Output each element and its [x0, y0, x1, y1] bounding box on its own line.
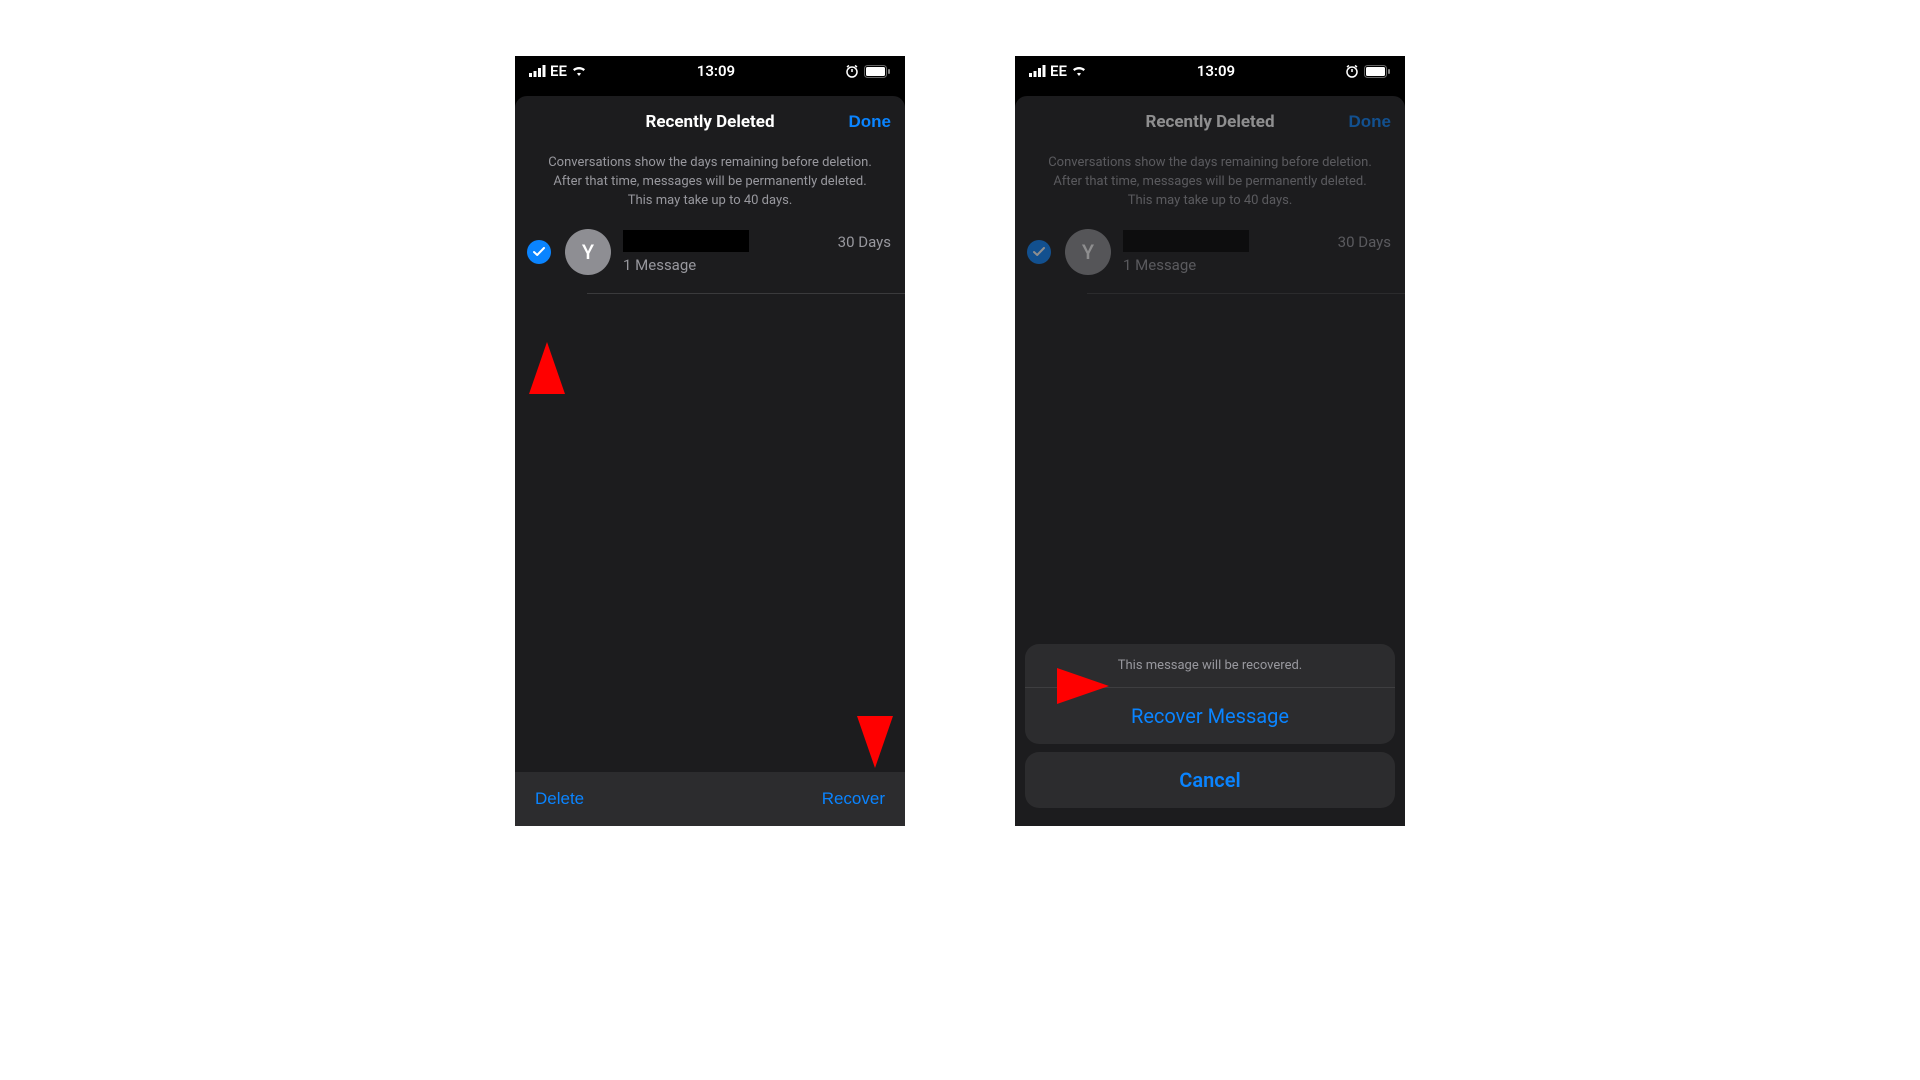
annotation-arrow-recover — [857, 716, 893, 768]
action-sheet: This message will be recovered. Recover … — [1015, 636, 1405, 826]
recover-button[interactable]: Recover — [822, 789, 885, 809]
status-time: 13:09 — [697, 62, 735, 80]
alarm-icon — [845, 64, 859, 78]
days-remaining-label: 30 Days — [1338, 233, 1391, 251]
avatar: Y — [1065, 229, 1111, 275]
signal-icon — [1029, 65, 1046, 77]
info-subtitle: Conversations show the days remaining be… — [515, 148, 905, 229]
checkmark-selected-icon[interactable] — [1027, 240, 1051, 264]
avatar: Y — [565, 229, 611, 275]
conversation-row[interactable]: Y 1 Message 30 Days — [515, 229, 905, 287]
contact-name-redacted — [1123, 230, 1249, 252]
carrier-label: EE — [550, 62, 567, 80]
recently-deleted-sheet: Recently Deleted Done Conversations show… — [515, 96, 905, 826]
info-subtitle: Conversations show the days remaining be… — [1015, 148, 1405, 229]
contact-name-redacted — [623, 230, 749, 252]
signal-icon — [529, 65, 546, 77]
divider — [587, 293, 905, 294]
carrier-label: EE — [1050, 62, 1067, 80]
message-count-label: 1 Message — [1123, 256, 1393, 274]
divider — [1087, 293, 1405, 294]
battery-icon — [1364, 65, 1391, 78]
page-title: Recently Deleted — [645, 112, 774, 132]
done-button[interactable]: Done — [1349, 112, 1392, 132]
message-count-label: 1 Message — [623, 256, 893, 274]
annotation-arrow-recover-message — [1057, 668, 1109, 704]
page-title: Recently Deleted — [1145, 112, 1274, 132]
delete-button[interactable]: Delete — [535, 789, 584, 809]
phone-screenshot-left: EE 13:09 Recently Deleted Done — [515, 56, 905, 826]
done-button[interactable]: Done — [849, 112, 892, 132]
status-bar: EE 13:09 — [1015, 56, 1405, 86]
wifi-icon — [1071, 65, 1087, 77]
checkmark-selected-icon[interactable] — [527, 240, 551, 264]
days-remaining-label: 30 Days — [838, 233, 891, 251]
recently-deleted-sheet: Recently Deleted Done Conversations show… — [1015, 96, 1405, 826]
battery-icon — [864, 65, 891, 78]
bottom-toolbar: Delete Recover — [515, 772, 905, 826]
conversation-row[interactable]: Y 1 Message 30 Days — [1015, 229, 1405, 287]
status-time: 13:09 — [1197, 62, 1235, 80]
alarm-icon — [1345, 64, 1359, 78]
wifi-icon — [571, 65, 587, 77]
status-bar: EE 13:09 — [515, 56, 905, 86]
annotation-arrow-checkbox — [529, 342, 565, 394]
phone-screenshot-right: EE 13:09 Recently Deleted Done — [1015, 56, 1405, 826]
cancel-button[interactable]: Cancel — [1025, 752, 1395, 808]
